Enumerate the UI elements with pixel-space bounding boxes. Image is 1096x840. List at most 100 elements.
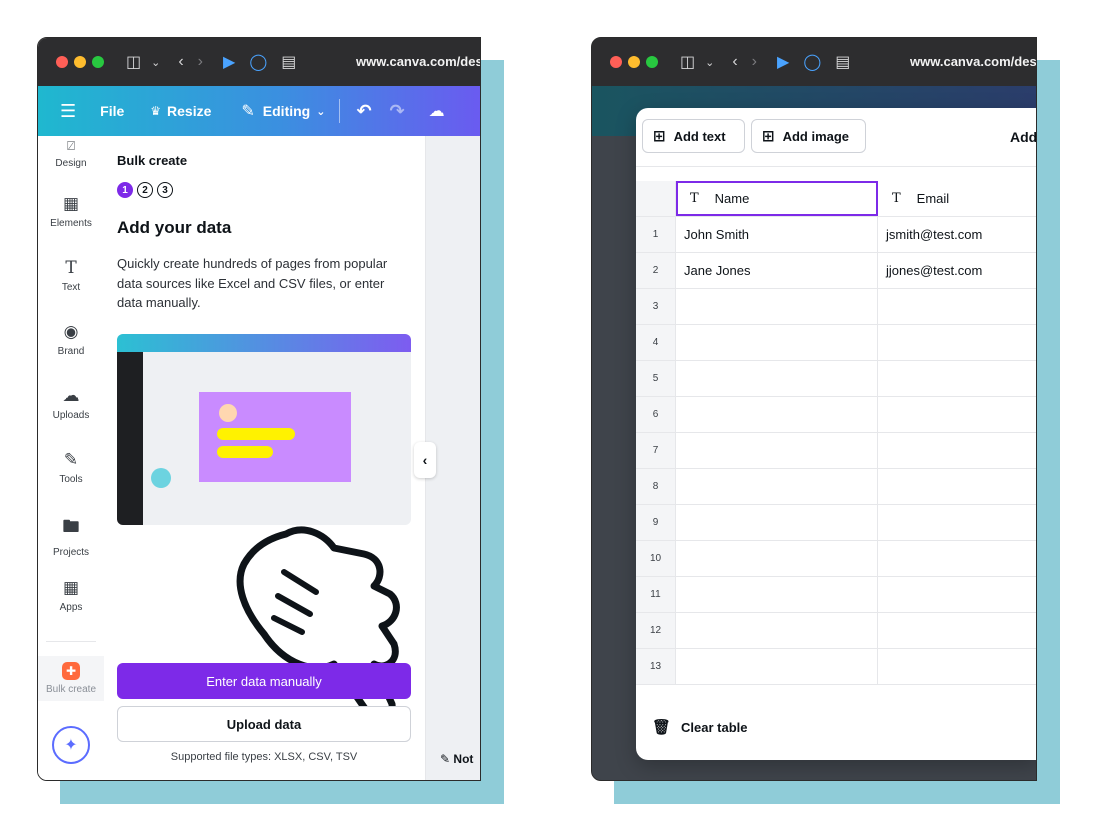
email-cell[interactable] xyxy=(878,361,1036,396)
file-menu[interactable]: File xyxy=(100,103,124,119)
add-image-icon: ⊞ xyxy=(762,128,775,145)
column-header-name[interactable]: T Name xyxy=(676,181,878,216)
upload-data-button[interactable]: Upload data xyxy=(117,706,411,742)
email-cell[interactable] xyxy=(878,613,1036,648)
back-icon[interactable]: ‹ xyxy=(732,53,737,71)
email-cell[interactable]: jsmith@test.com xyxy=(878,217,1036,252)
email-cell[interactable] xyxy=(878,289,1036,324)
page-icon[interactable]: ▤ xyxy=(835,52,850,72)
add-text-button[interactable]: ⊞ Add text xyxy=(642,119,745,153)
name-cell[interactable] xyxy=(676,541,878,576)
add-image-label: Add image xyxy=(782,128,850,144)
url-text[interactable]: www.canva.com/design xyxy=(356,54,480,69)
chevron-down-icon[interactable]: ⌄ xyxy=(705,56,714,69)
rail-item-text[interactable]: T Text xyxy=(38,258,104,293)
rail-item-elements[interactable]: ▦ Elements xyxy=(38,194,104,229)
add-column-label[interactable]: Add xyxy=(1010,129,1036,145)
rail-item-projects[interactable]: 🖿 Projects xyxy=(38,514,104,558)
table-row: 2 Jane Jones jjones@test.com xyxy=(636,253,1036,289)
sidebar-toggle-icon[interactable]: ◫ xyxy=(126,52,141,72)
page-icon[interactable]: ▤ xyxy=(281,52,296,72)
rail-item-tools[interactable]: ✎ Tools xyxy=(38,450,104,485)
left-rail: ⍁ Design ▦ Elements T Text ◉ Brand ☁ Upl… xyxy=(38,136,104,780)
media-icon[interactable]: ▶ xyxy=(777,52,789,72)
media-icon[interactable]: ▶ xyxy=(223,52,235,72)
editing-dropdown[interactable]: Editing xyxy=(263,103,310,119)
bulk-create-illustration xyxy=(117,334,411,525)
rail-label: Uploads xyxy=(52,410,90,421)
zoom-dot[interactable] xyxy=(92,56,104,68)
row-number: 4 xyxy=(636,325,676,360)
rail-label: Design xyxy=(55,158,87,169)
step-indicator: 1 2 3 xyxy=(117,182,177,198)
url-text[interactable]: www.canva.com/design xyxy=(910,54,1036,69)
sidebar-toggle-icon[interactable]: ◫ xyxy=(680,52,695,72)
rail-label: Elements xyxy=(50,218,92,229)
name-cell[interactable] xyxy=(676,649,878,684)
name-cell[interactable] xyxy=(676,325,878,360)
name-cell[interactable]: Jane Jones xyxy=(676,253,878,288)
zoom-dot[interactable] xyxy=(646,56,658,68)
minimize-dot[interactable] xyxy=(74,56,86,68)
name-cell[interactable] xyxy=(676,469,878,504)
minimize-dot[interactable] xyxy=(628,56,640,68)
clear-table-label: Clear table xyxy=(681,719,748,735)
table-row: 12 xyxy=(636,613,1036,649)
email-cell[interactable]: jjones@test.com xyxy=(878,253,1036,288)
bulk-create-icon: ✚ xyxy=(62,662,80,680)
placeholder-bar xyxy=(217,428,295,440)
close-dot[interactable] xyxy=(610,56,622,68)
name-cell[interactable] xyxy=(676,397,878,432)
row-number: 13 xyxy=(636,649,676,684)
text-type-icon: T xyxy=(690,191,699,206)
rail-item-bulk-create[interactable]: ✚ Bulk create xyxy=(38,656,104,701)
column-header-email[interactable]: T Email xyxy=(878,181,1036,216)
resize-button[interactable]: Resize xyxy=(167,103,211,119)
forward-icon[interactable]: › xyxy=(198,53,203,71)
notes-button[interactable]: ✎ Not xyxy=(440,752,473,766)
illustration-card xyxy=(199,392,351,482)
shield-icon[interactable]: ◯ xyxy=(249,52,267,72)
collapse-panel-button[interactable]: ‹ xyxy=(414,442,436,478)
close-dot[interactable] xyxy=(56,56,68,68)
chevron-down-icon[interactable]: ⌄ xyxy=(316,105,325,118)
rail-item-brand[interactable]: ◉ Brand xyxy=(38,322,104,357)
cloud-icon[interactable]: ☁ xyxy=(429,101,445,121)
shield-icon[interactable]: ◯ xyxy=(803,52,821,72)
text-type-icon: T xyxy=(892,191,901,206)
name-cell[interactable] xyxy=(676,433,878,468)
enter-data-manually-button[interactable]: Enter data manually xyxy=(117,663,411,699)
email-cell[interactable] xyxy=(878,433,1036,468)
table-row: 1 John Smith jsmith@test.com xyxy=(636,217,1036,253)
email-cell[interactable] xyxy=(878,397,1036,432)
name-cell[interactable] xyxy=(676,505,878,540)
rail-item-design[interactable]: ⍁ Design xyxy=(38,138,104,169)
email-cell[interactable] xyxy=(878,577,1036,612)
row-number: 9 xyxy=(636,505,676,540)
forward-icon[interactable]: › xyxy=(752,53,757,71)
name-cell[interactable] xyxy=(676,361,878,396)
add-image-button[interactable]: ⊞ Add image xyxy=(751,119,866,153)
table-row: 10 xyxy=(636,541,1036,577)
rail-item-apps[interactable]: ▦ Apps xyxy=(38,578,104,613)
notes-label: Not xyxy=(453,752,474,766)
rail-item-uploads[interactable]: ☁ Uploads xyxy=(38,386,104,421)
clear-table-button[interactable]: 🗑 Clear table xyxy=(652,718,748,736)
back-icon[interactable]: ‹ xyxy=(178,53,183,71)
name-cell[interactable] xyxy=(676,289,878,324)
chevron-down-icon[interactable]: ⌄ xyxy=(151,56,160,69)
right-browser-window: ◫ ⌄ ‹ › ▶ ◯ ▤ www.canva.com/design ⊞ Add… xyxy=(591,37,1037,781)
email-cell[interactable] xyxy=(878,505,1036,540)
name-cell[interactable]: John Smith xyxy=(676,217,878,252)
undo-icon[interactable]: ↶ xyxy=(356,101,371,122)
redo-icon[interactable]: ↷ xyxy=(390,101,405,122)
table-row: 3 xyxy=(636,289,1036,325)
email-cell[interactable] xyxy=(878,541,1036,576)
name-cell[interactable] xyxy=(676,577,878,612)
email-cell[interactable] xyxy=(878,469,1036,504)
magic-button[interactable]: ✦ xyxy=(52,726,90,764)
email-cell[interactable] xyxy=(878,325,1036,360)
email-cell[interactable] xyxy=(878,649,1036,684)
menu-icon[interactable]: ☰ xyxy=(60,101,76,122)
name-cell[interactable] xyxy=(676,613,878,648)
